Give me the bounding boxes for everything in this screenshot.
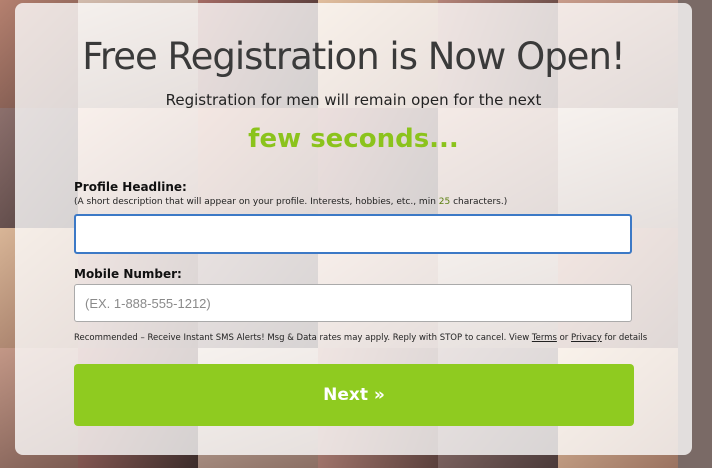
mobile-number-label: Mobile Number: [74,267,182,281]
modal-title: Free Registration is Now Open! [82,35,625,78]
mobile-number-input[interactable] [74,284,632,322]
countdown-text: few seconds... [248,124,459,154]
profile-headline-label: Profile Headline: [74,180,187,194]
profile-headline-hint: (A short description that will appear on… [74,197,508,207]
terms-link[interactable]: Terms [532,333,557,343]
registration-modal: Free Registration is Now Open! Registrat… [15,3,692,455]
profile-headline-input[interactable] [74,214,632,254]
privacy-link[interactable]: Privacy [571,333,602,343]
sms-alerts-note: Recommended – Receive Instant SMS Alerts… [74,333,648,343]
modal-subtitle: Registration for men will remain open fo… [165,91,542,109]
next-button[interactable]: Next » [74,364,634,426]
